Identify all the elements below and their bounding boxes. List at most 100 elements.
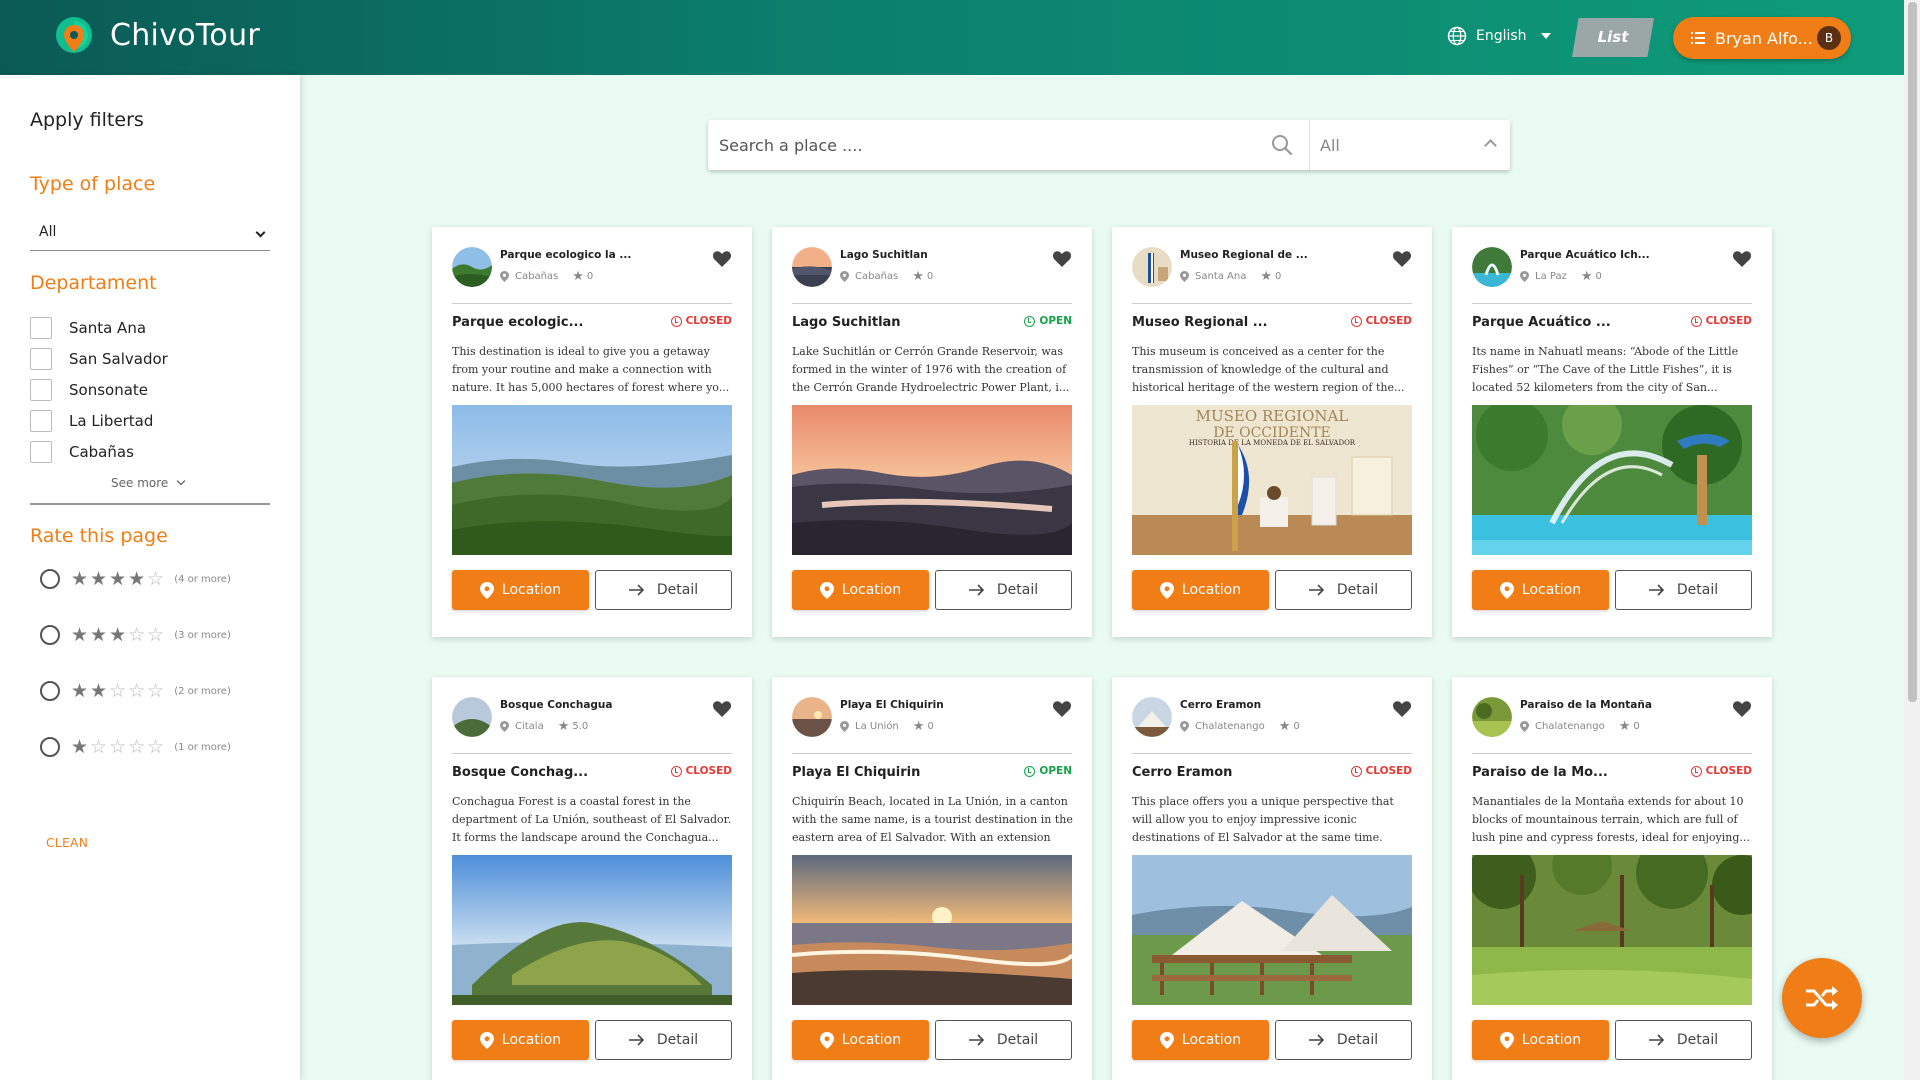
- rating-option-3[interactable]: ★★★☆☆ (3 or more): [40, 624, 231, 646]
- place-title[interactable]: Parque ecologic...: [452, 315, 583, 330]
- place-title[interactable]: Bosque Conchag...: [452, 765, 588, 780]
- type-of-place-select[interactable]: All: [30, 217, 270, 251]
- map-pin-logo-icon[interactable]: [52, 15, 96, 59]
- location-button[interactable]: Location: [1132, 570, 1269, 610]
- location-button[interactable]: Location: [1472, 1020, 1609, 1060]
- detail-button[interactable]: Detail: [595, 570, 732, 610]
- chevron-up-icon[interactable]: [1484, 139, 1497, 152]
- checkbox[interactable]: [30, 441, 52, 463]
- checkbox[interactable]: [30, 379, 52, 401]
- user-name: Bryan Alfo...: [1715, 28, 1813, 48]
- page-scrollbar[interactable]: [1904, 0, 1920, 1080]
- location-button[interactable]: Location: [792, 570, 929, 610]
- divider: [452, 753, 732, 754]
- place-name[interactable]: Parque Acuático Ich...: [1520, 249, 1650, 261]
- detail-button[interactable]: Detail: [935, 1020, 1072, 1060]
- place-title[interactable]: Playa El Chiquirin: [792, 765, 920, 780]
- department-checkbox-san-salvador[interactable]: San Salvador: [30, 348, 168, 370]
- heart-icon[interactable]: [713, 251, 731, 267]
- place-avatar: [452, 697, 492, 737]
- department-checkbox-santa-ana[interactable]: Santa Ana: [30, 317, 146, 339]
- language-selector[interactable]: English: [1447, 26, 1551, 46]
- place-card: Bosque Conchagua Citala ★ 5.0 Bosque Con…: [432, 677, 752, 1080]
- heart-icon[interactable]: [1733, 251, 1751, 267]
- place-photo[interactable]: [1472, 855, 1752, 1005]
- star-rating-icon: ★★☆☆☆: [71, 680, 167, 702]
- department-checkbox-sonsonate[interactable]: Sonsonate: [30, 379, 148, 401]
- checkbox[interactable]: [30, 410, 52, 432]
- place-title[interactable]: Lago Suchitlan: [792, 315, 901, 330]
- department-checkbox-cabanas[interactable]: Cabañas: [30, 441, 134, 463]
- list-view-button[interactable]: List: [1572, 18, 1654, 57]
- place-photo[interactable]: [452, 405, 732, 555]
- place-name[interactable]: Cerro Eramon: [1180, 699, 1261, 711]
- museum-sign-line1: MUSEO REGIONAL: [1196, 407, 1349, 425]
- map-pin-icon: [500, 271, 509, 282]
- place-name[interactable]: Parque ecologico la ...: [500, 249, 631, 261]
- user-menu-button[interactable]: Bryan Alfo... B: [1673, 17, 1851, 59]
- heart-icon[interactable]: [1053, 251, 1071, 267]
- museum-sign-line3: HISTORIA DE LA MONEDA DE EL SALVADOR: [1189, 439, 1356, 447]
- detail-button[interactable]: Detail: [1615, 570, 1752, 610]
- place-photo[interactable]: [452, 855, 732, 1005]
- place-name[interactable]: Lago Suchitlan: [840, 249, 928, 261]
- status-badge: CLOSED: [1350, 315, 1412, 327]
- status-badge: OPEN: [1024, 315, 1072, 327]
- star-icon: ★: [912, 269, 924, 284]
- radio-button[interactable]: [40, 737, 60, 757]
- place-photo[interactable]: [1472, 405, 1752, 555]
- department-checkbox-la-libertad[interactable]: La Libertad: [30, 410, 153, 432]
- clean-filters-button[interactable]: CLEAN: [46, 836, 88, 850]
- heart-icon[interactable]: [1053, 701, 1071, 717]
- detail-button[interactable]: Detail: [1275, 570, 1412, 610]
- detail-button[interactable]: Detail: [1275, 1020, 1412, 1060]
- rating-option-1[interactable]: ★☆☆☆☆ (1 or more): [40, 736, 231, 758]
- search-input[interactable]: Search a place ....: [719, 136, 862, 155]
- location-button[interactable]: Location: [1132, 1020, 1269, 1060]
- place-meta: Cabañas ★ 0: [500, 269, 593, 284]
- radio-button[interactable]: [40, 681, 60, 701]
- place-photo[interactable]: [792, 855, 1072, 1005]
- chevron-down-icon: [1540, 33, 1551, 39]
- detail-button[interactable]: Detail: [595, 1020, 732, 1060]
- place-name[interactable]: Paraiso de la Montaña: [1520, 699, 1652, 711]
- heart-icon[interactable]: [1393, 701, 1411, 717]
- place-photo[interactable]: [792, 405, 1072, 555]
- place-photo[interactable]: MUSEO REGIONAL DE OCCIDENTE HISTORIA DE LA…: [1132, 405, 1412, 555]
- place-photo[interactable]: [1132, 855, 1412, 1005]
- place-title[interactable]: Cerro Eramon: [1132, 765, 1232, 780]
- map-pin-icon: [1180, 271, 1189, 282]
- location-button[interactable]: Location: [452, 570, 589, 610]
- arrow-right-icon: [628, 1034, 645, 1046]
- location-button[interactable]: Location: [452, 1020, 589, 1060]
- language-label: English: [1476, 28, 1527, 44]
- place-title[interactable]: Paraiso de la Mo...: [1472, 765, 1608, 780]
- detail-button[interactable]: Detail: [1615, 1020, 1752, 1060]
- location-button[interactable]: Location: [792, 1020, 929, 1060]
- rating-option-4[interactable]: ★★★★☆ (4 or more): [40, 568, 231, 590]
- heart-icon[interactable]: [1733, 701, 1751, 717]
- radio-button[interactable]: [40, 569, 60, 589]
- checkbox[interactable]: [30, 317, 52, 339]
- detail-button[interactable]: Detail: [935, 570, 1072, 610]
- scrollbar-thumb[interactable]: [1908, 2, 1917, 702]
- heart-icon[interactable]: [713, 701, 731, 717]
- brand-name[interactable]: ChivoTour: [110, 18, 260, 53]
- category-select[interactable]: All: [1320, 136, 1340, 155]
- place-name[interactable]: Playa El Chiquirin: [840, 699, 944, 711]
- radio-button[interactable]: [40, 625, 60, 645]
- shuffle-button[interactable]: [1782, 958, 1862, 1038]
- place-name[interactable]: Bosque Conchagua: [500, 699, 613, 711]
- rating-option-2[interactable]: ★★☆☆☆ (2 or more): [40, 680, 231, 702]
- location-button[interactable]: Location: [1472, 570, 1609, 610]
- star-icon: ★: [912, 719, 925, 734]
- place-title[interactable]: Parque Acuático ...: [1472, 315, 1611, 330]
- place-description: Chiquirín Beach, located in La Unión, in…: [792, 795, 1073, 844]
- place-title[interactable]: Museo Regional ...: [1132, 315, 1268, 330]
- heart-icon[interactable]: [1393, 251, 1411, 267]
- see-more-button[interactable]: See more: [111, 476, 186, 490]
- search-icon[interactable]: [1271, 134, 1293, 156]
- checkbox[interactable]: [30, 348, 52, 370]
- place-name[interactable]: Museo Regional de ...: [1180, 249, 1308, 261]
- star-icon: ★: [1278, 719, 1291, 734]
